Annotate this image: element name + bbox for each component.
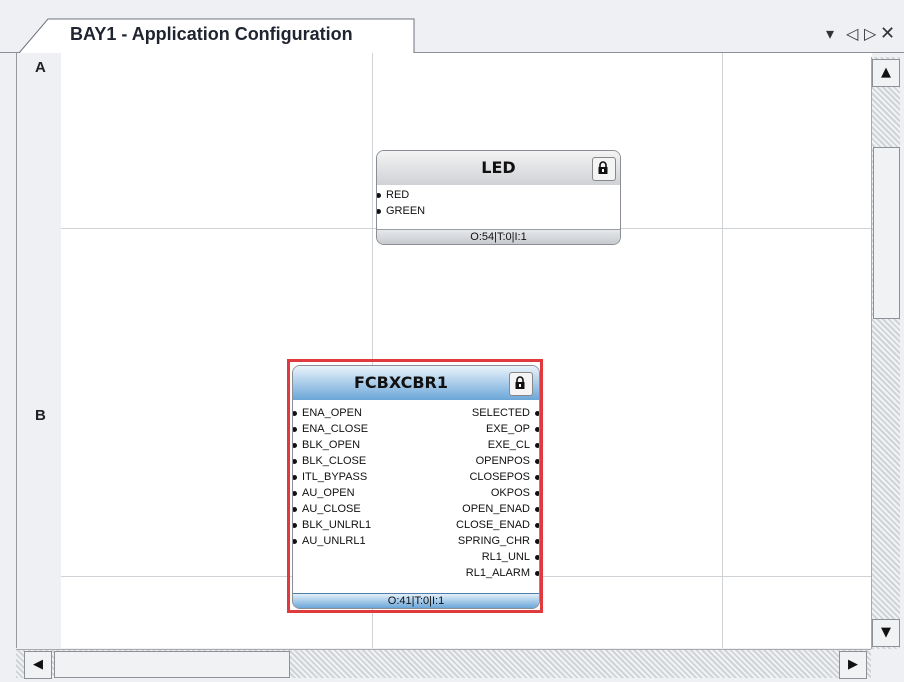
tab-strip: BAY1 - Application Configuration ▾ ◁ ▷ ✕	[0, 0, 904, 54]
input-port-connector[interactable]	[377, 193, 381, 198]
scroll-up-button[interactable]: ▲	[872, 59, 900, 87]
block-title: LED	[377, 151, 620, 185]
dropdown-arrow-icon[interactable]: ▾	[826, 24, 834, 44]
input-port-green: GREEN	[386, 205, 426, 217]
horizontal-scrollbar[interactable]: ◀ ▶	[16, 649, 871, 679]
scroll-tabs-left-icon[interactable]: ◁	[846, 24, 858, 44]
scroll-left-button[interactable]: ◀	[24, 651, 52, 679]
vertical-scrollbar[interactable]: ▲ ▼	[871, 57, 900, 649]
scroll-down-button[interactable]: ▼	[872, 619, 900, 647]
configuration-canvas[interactable]: A B LED RED GREEN O:54|T:0|I:1 FCBXCBR1 …	[16, 53, 872, 648]
scroll-tabs-right-icon[interactable]: ▷	[864, 24, 876, 44]
lock-icon[interactable]	[592, 157, 616, 181]
input-port-connector[interactable]	[377, 209, 381, 214]
close-icon[interactable]: ✕	[880, 24, 895, 44]
grid-line-vertical	[722, 53, 723, 648]
row-label-b: B	[35, 407, 46, 424]
row-label-a: A	[35, 59, 46, 76]
led-function-block[interactable]: LED RED GREEN O:54|T:0|I:1	[376, 150, 621, 245]
row-header: A B	[17, 53, 61, 648]
selection-highlight	[287, 359, 543, 613]
vertical-scroll-thumb[interactable]	[873, 147, 900, 319]
tab-application-configuration[interactable]: BAY1 - Application Configuration	[70, 24, 353, 45]
horizontal-scroll-thumb[interactable]	[54, 651, 290, 678]
application-configuration-window: BAY1 - Application Configuration ▾ ◁ ▷ ✕…	[0, 0, 904, 682]
block-footer-info: O:54|T:0|I:1	[377, 229, 620, 244]
input-port-red: RED	[386, 189, 410, 201]
scroll-right-button[interactable]: ▶	[839, 651, 867, 679]
